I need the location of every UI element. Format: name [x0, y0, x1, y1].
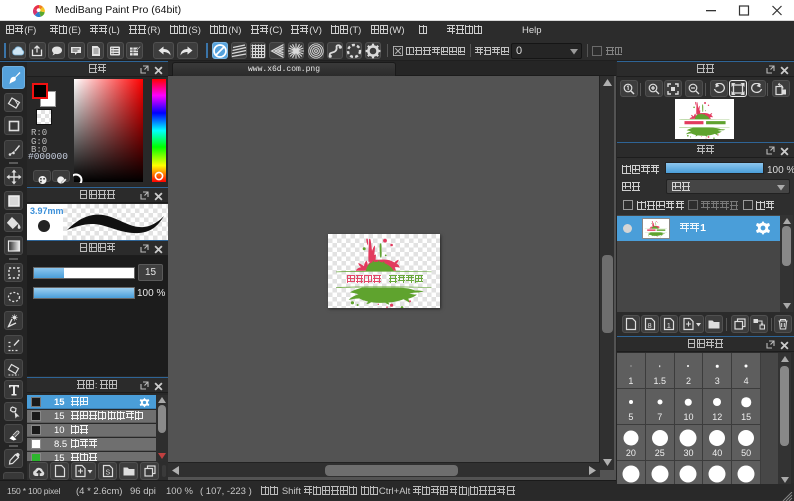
svg-text:S: S — [105, 470, 110, 477]
svg-text:1: 1 — [667, 321, 671, 330]
svg-text:8: 8 — [648, 321, 652, 330]
